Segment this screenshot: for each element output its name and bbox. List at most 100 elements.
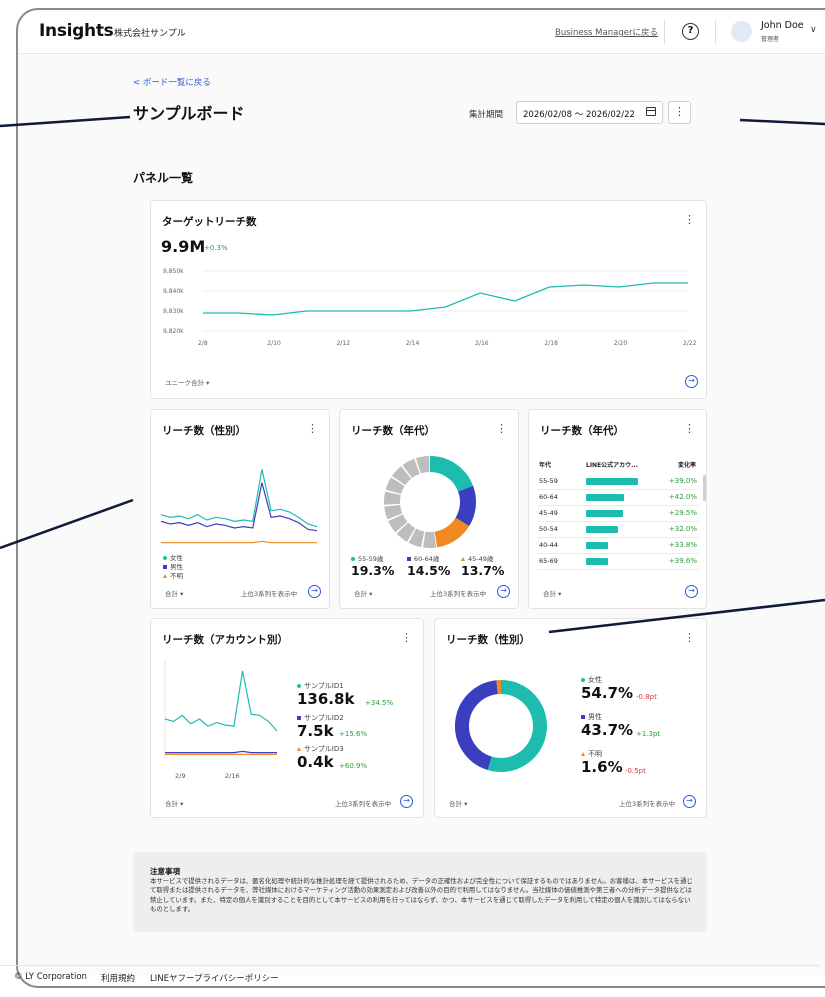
brand-logo[interactable]: Insights [39, 21, 114, 41]
age-donut-segment [429, 456, 474, 492]
age-donut-segment [392, 466, 412, 486]
target-reach-delta: +0.3% [204, 244, 228, 252]
date-range-value: 2026/02/08 〜 2026/02/22 [523, 110, 635, 120]
table-cell-rate: +42.0% [668, 493, 697, 501]
series-line [160, 469, 318, 528]
date-range-picker[interactable]: 2026/02/08 〜 2026/02/22 [516, 101, 663, 124]
reach-gender-line-card: リーチ数（性別） ⋮ 女性 男性 不明 合計 ▾ 上位3系列を表示中 → [150, 409, 330, 609]
table-bar [586, 510, 624, 517]
age-donut-segment [402, 458, 420, 479]
series-line [164, 670, 278, 732]
legend-unknown: 不明 [163, 570, 183, 580]
column-header-rate[interactable]: 変化率 [678, 460, 696, 469]
card-title: リーチ数（性別） [446, 634, 530, 646]
avatar[interactable] [731, 21, 752, 42]
top3-note: 上位3系列を表示中 [335, 800, 392, 808]
account-3-value: 0.4k [297, 753, 334, 771]
table-row-divider [537, 537, 699, 538]
table-cell-age: 40-44 [539, 541, 558, 549]
x-tick-label: 2/22 [683, 340, 697, 347]
x-tick-label: 2/12 [337, 340, 351, 347]
footer: © LY Corporation 利用規約 LINEヤフープライバシーポリシー [0, 965, 820, 985]
reach-account-card: リーチ数（アカウント別） ⋮ 2/9 2/16 サンプルID1 136.8k +… [150, 618, 424, 818]
aggregate-dropdown[interactable]: ユニーク合計 ▾ [165, 377, 209, 387]
reach-gender-donut-card: リーチ数（性別） ⋮ 女性 54.7% -0.8pt 男性 43.7% +1.3… [434, 618, 707, 818]
open-detail-icon[interactable]: → [685, 375, 698, 388]
card-title: ターゲットリーチ数 [162, 216, 257, 228]
card-menu-icon[interactable]: ⋮ [684, 631, 695, 644]
account-1-delta: +34.5% [365, 699, 394, 707]
card-menu-icon[interactable]: ⋮ [684, 213, 695, 226]
column-header-age[interactable]: 年代 [539, 460, 551, 469]
card-title: リーチ数（年代） [540, 425, 624, 437]
table-cell-rate: +32.0% [668, 525, 697, 533]
open-detail-icon[interactable]: → [400, 795, 413, 808]
legend-45-49: 45-49歳 [461, 553, 493, 563]
account-2-delta: +15.6% [339, 730, 368, 738]
x-tick: 2/9 [175, 772, 186, 780]
y-tick-label: 9,850k [163, 268, 184, 275]
table-cell-age: 50-54 [539, 525, 558, 533]
open-detail-icon[interactable]: → [497, 585, 510, 598]
aggregate-dropdown[interactable]: 合計 ▾ [543, 588, 561, 598]
x-tick-label: 2/8 [198, 340, 208, 347]
card-title: リーチ数（性別） [162, 425, 246, 437]
divider [664, 20, 665, 44]
reach-gender-donut-chart [455, 680, 547, 772]
series-line [161, 540, 317, 544]
table-cell-age: 45-49 [539, 509, 558, 517]
y-tick-label: 9,840k [163, 288, 184, 295]
card-menu-icon[interactable]: ⋮ [684, 422, 695, 435]
business-manager-link[interactable]: Business Managerに戻る [555, 26, 658, 38]
table-row-divider [537, 505, 699, 506]
card-menu-icon[interactable]: ⋮ [496, 422, 507, 435]
aggregate-dropdown[interactable]: 合計 ▾ [165, 798, 183, 808]
unknown-delta: -0.5pt [625, 767, 646, 775]
company-name: 株式会社サンプル [114, 29, 186, 39]
aggregate-dropdown[interactable]: 合計 ▾ [165, 588, 183, 598]
chevron-down-icon[interactable]: ∨ [810, 25, 817, 35]
gender-donut-segment [487, 680, 547, 772]
account-2-value: 7.5k [297, 722, 334, 740]
open-detail-icon[interactable]: → [308, 585, 321, 598]
column-header-account[interactable]: LINE公式アカウ... [586, 460, 638, 469]
table-bar [586, 478, 639, 485]
value-45-49: 13.7% [461, 563, 505, 578]
account-1-value: 136.8k [297, 690, 355, 708]
terms-link[interactable]: 利用規約 [101, 972, 135, 984]
aggregate-dropdown[interactable]: 合計 ▾ [354, 588, 372, 598]
male-delta: +1.3pt [636, 730, 661, 738]
card-menu-icon[interactable]: ⋮ [307, 422, 318, 435]
age-donut-segment [384, 504, 403, 520]
age-donut-segment [434, 517, 470, 548]
open-detail-icon[interactable]: → [683, 795, 696, 808]
privacy-link[interactable]: LINEヤフープライバシーポリシー [150, 972, 279, 984]
panels-heading: パネル一覧 [133, 171, 194, 185]
series-line [203, 282, 688, 316]
back-to-boards-link[interactable]: < ボード一覧に戻る [133, 76, 211, 88]
table-cell-rate: +39.0% [668, 477, 697, 485]
top3-note: 上位3系列を表示中 [430, 590, 487, 598]
male-value: 43.7% [581, 721, 634, 739]
notice-box: 注意事項 本サービスで提供されるデータは、匿名化処理や統計的な推計処理を経て提供… [133, 852, 707, 932]
table-cell-rate: +33.8% [668, 541, 697, 549]
board-menu-button[interactable]: ⋮ [668, 101, 691, 124]
help-icon[interactable]: ? [682, 23, 699, 40]
reach-age-donut-chart [384, 456, 476, 548]
divider [715, 20, 716, 44]
age-donut-segment [415, 456, 430, 474]
aggregate-dropdown[interactable]: 合計 ▾ [449, 798, 467, 808]
open-detail-icon[interactable]: → [685, 585, 698, 598]
table-scrollbar[interactable] [703, 475, 706, 501]
age-donut-segment [388, 514, 408, 533]
series-line [160, 482, 318, 532]
value-60-64: 14.5% [407, 563, 451, 578]
legend-60-64: 60-64歳 [407, 553, 439, 563]
user-name[interactable]: John Doe [761, 20, 804, 31]
table-bar [586, 526, 618, 533]
table-cell-rate: +29.5% [668, 509, 697, 517]
target-reach-card: ターゲットリーチ数 ⋮ 9.9M +0.3% 9,850k 9,840k 9,830… [150, 200, 707, 399]
card-menu-icon[interactable]: ⋮ [401, 631, 412, 644]
reach-gender-line-chart [160, 469, 318, 544]
table-row-divider [537, 521, 699, 522]
